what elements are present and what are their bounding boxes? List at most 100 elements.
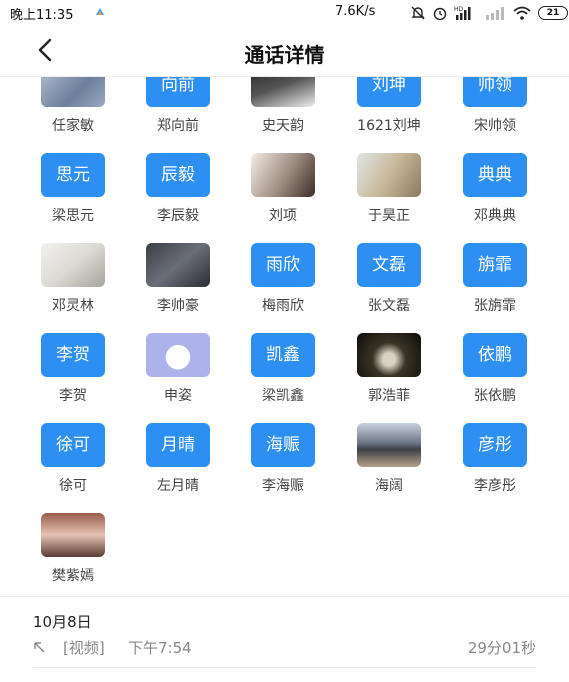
avatar-text: 旃霏 [463,243,527,287]
participant-name: 李帅豪 [157,298,199,314]
divider [33,667,536,668]
wifi-icon [513,6,531,20]
svg-text:HD: HD [454,6,464,13]
alarm-icon [433,7,447,21]
participant-name: 李海赈 [262,478,304,494]
participant-name: 史天韵 [262,118,304,134]
avatar [41,243,105,287]
hd-signal-icon: HD [454,6,471,20]
status-time: 晚上11:35 [10,8,74,23]
participant-item[interactable]: 彦彤 李彦彤 [442,423,548,513]
avatar-text: 月晴 [146,423,210,467]
participant-item[interactable]: 任家敏 [20,77,126,153]
avatar [146,333,210,377]
participant-name: 梅雨欣 [262,298,304,314]
participant-item[interactable]: 月晴 左月晴 [125,423,231,513]
battery-icon: 21 [538,6,568,20]
avatar [146,243,210,287]
app-notification-icon [96,8,104,15]
participant-name: 李辰毅 [157,208,199,224]
participant-item[interactable]: 申姿 [125,333,231,423]
participant-item[interactable]: 樊紫嫣 [20,513,126,597]
participant-name: 张旃霏 [474,298,516,314]
mute-icon [411,6,425,20]
participant-name: 徐可 [59,478,87,494]
status-icons: HD 21 [410,4,568,22]
call-record[interactable]: [视频] 下午7:54 29分01秒 [0,636,569,660]
avatar [357,153,421,197]
participant-item[interactable]: 郭浩菲 [336,333,442,423]
avatar-text: 帅领 [463,77,527,107]
participant-name: 于昊正 [368,208,410,224]
avatar-text: 文磊 [357,243,421,287]
participant-item[interactable]: 于昊正 [336,153,442,243]
participant-name: 邓典典 [474,208,516,224]
avatar-text: 海赈 [251,423,315,467]
avatar [41,77,105,107]
avatar-text: 辰毅 [146,153,210,197]
call-duration: 29分01秒 [467,639,536,657]
participant-item[interactable]: 李帅豪 [125,243,231,333]
participant-item[interactable]: 思元 梁思元 [20,153,126,243]
participant-name: 张依鹏 [474,388,516,404]
avatar [251,153,315,197]
participant-name: 任家敏 [52,118,94,134]
participant-item[interactable]: 徐可 徐可 [20,423,126,513]
participant-name: 1621刘坤 [357,118,421,134]
participant-item[interactable]: 海赈 李海赈 [230,423,336,513]
avatar-text: 思元 [41,153,105,197]
participant-item[interactable]: 向前 郑向前 [125,77,231,153]
participant-item[interactable]: 邓灵林 [20,243,126,333]
participant-name: 海阔 [375,478,403,494]
avatar-text: 典典 [463,153,527,197]
participant-name: 邓灵林 [52,298,94,314]
participant-name: 张文磊 [368,298,410,314]
avatar-text: 彦彤 [463,423,527,467]
participant-item[interactable]: 辰毅 李辰毅 [125,153,231,243]
call-date: 10月8日 [33,613,92,631]
participant-item[interactable]: 帅领 宋帅领 [442,77,548,153]
avatar-text: 徐可 [41,423,105,467]
status-bar: 晚上11:35 7.6K/s HD 21 [0,0,569,26]
participant-item[interactable]: 典典 邓典典 [442,153,548,243]
participant-name: 宋帅领 [474,118,516,134]
participant-name: 郭浩菲 [368,388,410,404]
participant-item[interactable]: 旃霏 张旃霏 [442,243,548,333]
avatar-text: 向前 [146,77,210,107]
participant-name: 申姿 [164,388,192,404]
participant-name: 樊紫嫣 [52,568,94,584]
avatar-text: 李贺 [41,333,105,377]
participant-item[interactable]: 海阔 [336,423,442,513]
outgoing-call-icon [34,642,45,653]
avatar [251,77,315,107]
top-bar: 通话详情 [0,26,569,77]
participant-name: 左月晴 [157,478,199,494]
participant-name: 李彦彤 [474,478,516,494]
participant-name: 李贺 [59,388,87,404]
avatar [357,333,421,377]
avatar-text: 刘坤 [357,77,421,107]
participant-item[interactable]: 依鹏 张依鹏 [442,333,548,423]
participant-item[interactable]: 刘项 [230,153,336,243]
participant-name: 刘项 [269,208,297,224]
participant-item[interactable]: 史天韵 [230,77,336,153]
call-time: 下午7:54 [128,639,192,657]
participant-item[interactable]: 凯鑫 梁凯鑫 [230,333,336,423]
participant-item[interactable]: 文磊 张文磊 [336,243,442,333]
participant-name: 梁凯鑫 [262,388,304,404]
avatar [357,423,421,467]
avatar-text: 凯鑫 [251,333,315,377]
signal-icon [486,7,504,20]
avatar-text: 雨欣 [251,243,315,287]
avatar-text: 依鹏 [463,333,527,377]
participant-grid: 任家敏 向前 郑向前 史天韵 刘坤 1621刘坤 帅领 宋帅领 思元 梁思元 辰毅 李辰毅 刘项 于昊正典… [0,77,569,597]
avatar [41,513,105,557]
call-type: [视频] [63,639,105,657]
participant-item[interactable]: 雨欣 梅雨欣 [230,243,336,333]
participant-name: 郑向前 [157,118,199,134]
participant-item[interactable]: 刘坤 1621刘坤 [336,77,442,153]
page-title: 通话详情 [244,43,325,67]
participant-name: 梁思元 [52,208,94,224]
participant-item[interactable]: 李贺 李贺 [20,333,126,423]
divider [0,596,569,597]
